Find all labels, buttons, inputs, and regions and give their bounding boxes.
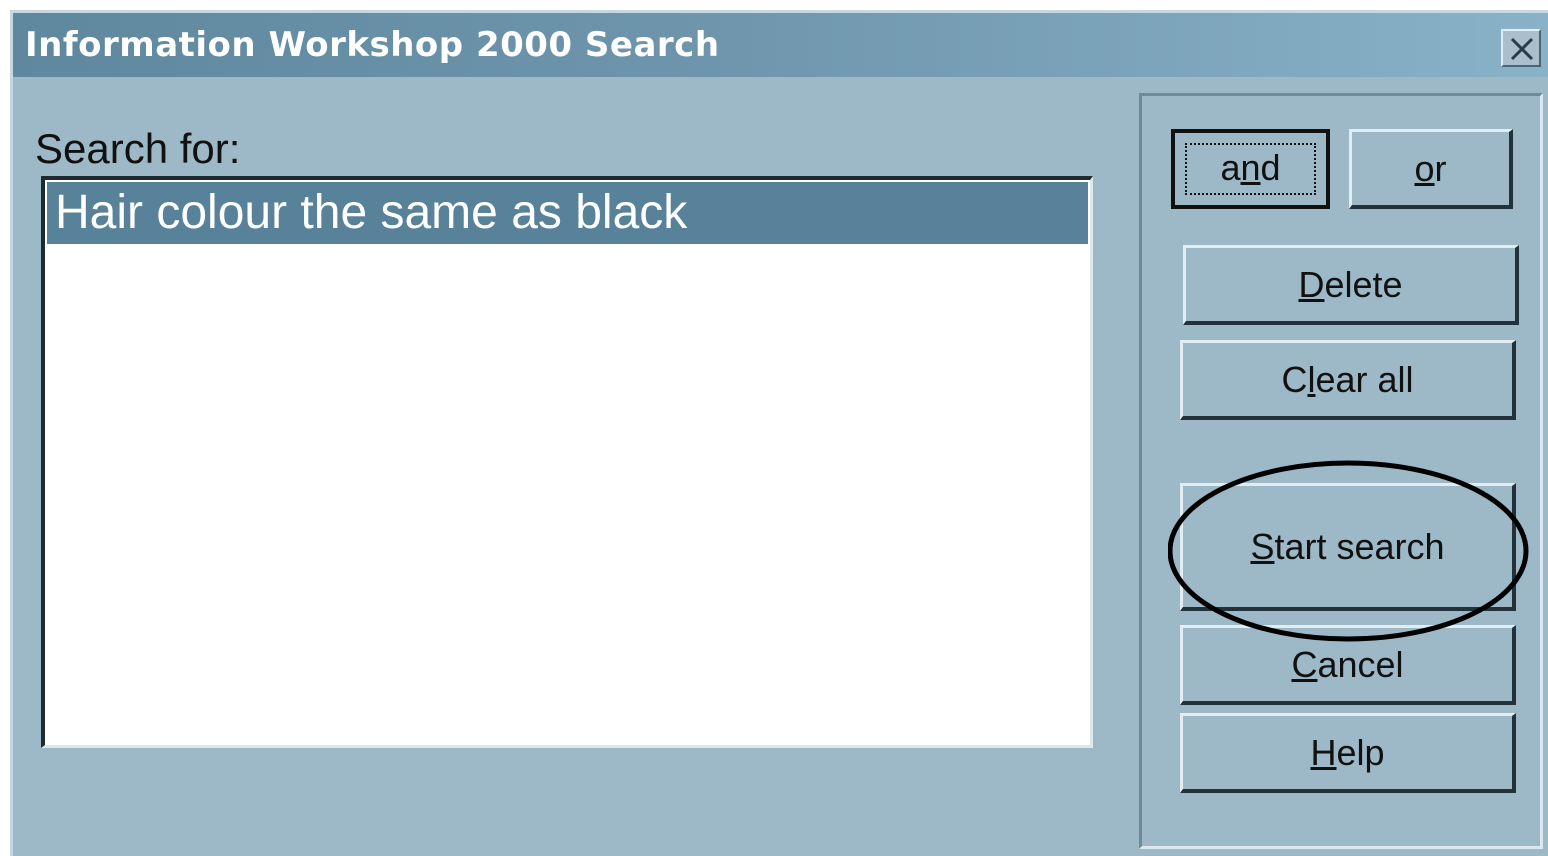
search-dialog: Information Workshop 2000 Search Search … (10, 10, 1548, 856)
close-icon (1510, 37, 1534, 61)
focus-ring (1185, 143, 1316, 195)
search-criteria-list[interactable]: Hair colour the same as black (41, 176, 1093, 748)
clear-all-button-label: Clear all (1281, 359, 1414, 400)
or-button[interactable]: or (1349, 129, 1513, 209)
window-title: Information Workshop 2000 Search (25, 25, 720, 65)
close-button[interactable] (1501, 29, 1541, 67)
or-button-label: or (1414, 148, 1447, 189)
start-search-button-label: Start search (1250, 526, 1445, 567)
clear-all-button[interactable]: Clear all (1180, 340, 1516, 420)
search-for-label: Search for: (35, 125, 241, 172)
list-item-selected[interactable]: Hair colour the same as black (47, 182, 1088, 244)
help-button-label: Help (1310, 732, 1385, 773)
start-search-button[interactable]: Start search (1180, 483, 1516, 611)
cancel-button-label: Cancel (1291, 644, 1404, 685)
delete-button[interactable]: Delete (1183, 245, 1519, 325)
delete-button-label: Delete (1298, 264, 1403, 305)
cancel-button[interactable]: Cancel (1180, 625, 1516, 705)
and-button[interactable]: and (1171, 129, 1330, 209)
title-bar[interactable]: Information Workshop 2000 Search (13, 13, 1548, 77)
help-button[interactable]: Help (1180, 713, 1516, 793)
